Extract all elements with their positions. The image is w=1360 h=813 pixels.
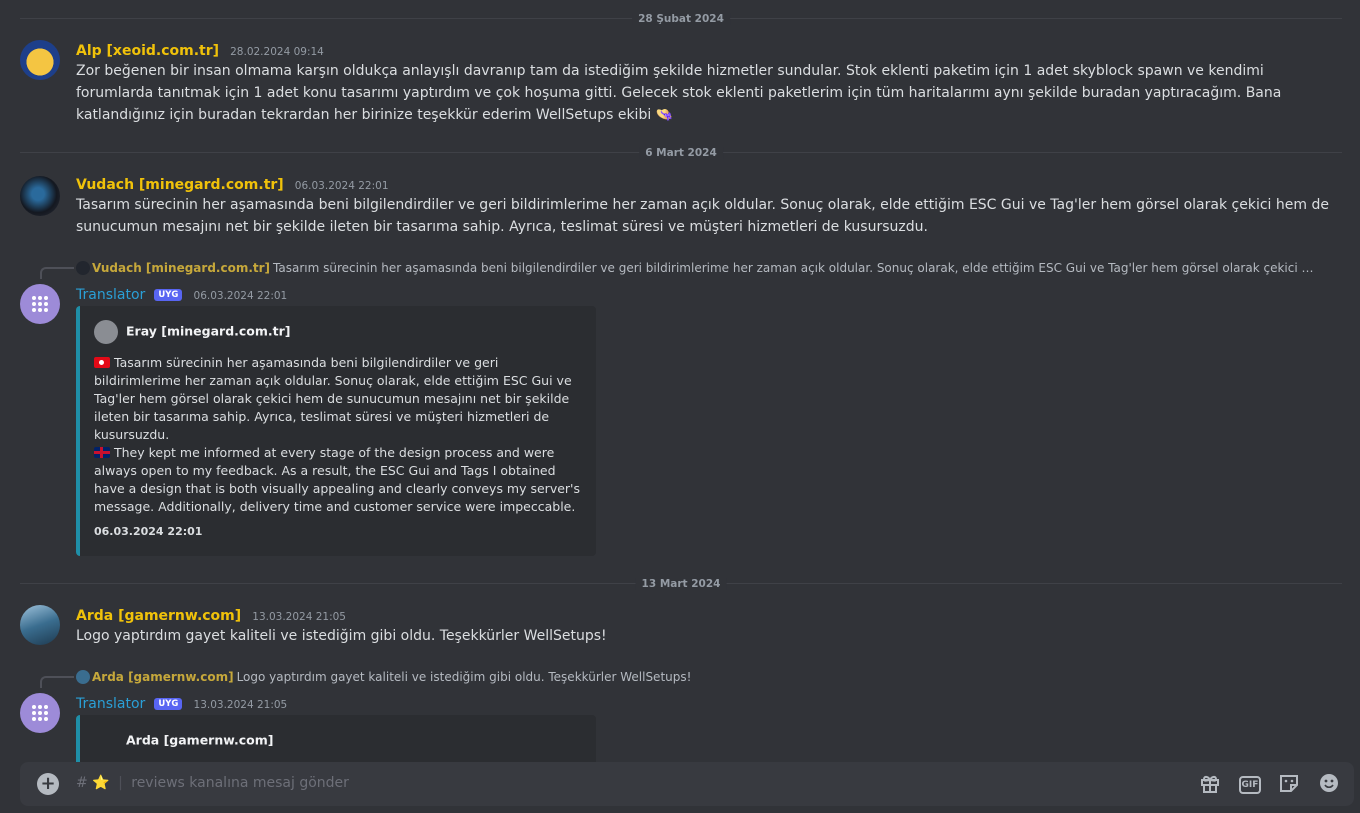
sticker-icon[interactable] bbox=[1277, 772, 1301, 796]
grid-icon bbox=[32, 296, 48, 312]
message-list: 28 Şubat 2024 Alp [xeoid.com.tr] 28.02.2… bbox=[0, 0, 1360, 762]
message-placeholder: reviews kanalına mesaj gönder bbox=[131, 775, 349, 791]
embed-en-text: They kept me informed at every stage of … bbox=[94, 445, 580, 514]
reply-text: Logo yaptırdım gayet kaliteli ve istediğ… bbox=[236, 670, 692, 684]
reply-spine bbox=[40, 267, 74, 279]
embed-author-avatar bbox=[94, 729, 118, 753]
bot-avatar[interactable] bbox=[20, 284, 60, 324]
uk-flag-icon bbox=[94, 447, 110, 458]
message-timestamp: 06.03.2024 22:01 bbox=[193, 290, 288, 302]
divider-bar: | bbox=[118, 775, 123, 791]
date-divider: 13 Mart 2024 bbox=[20, 578, 1342, 590]
gift-icon[interactable] bbox=[1198, 772, 1222, 796]
reply-spine bbox=[40, 676, 74, 688]
message-input[interactable]: # ⭐ | reviews kanalına mesaj gönder bbox=[76, 775, 349, 791]
app-badge: UYG bbox=[154, 289, 183, 301]
reply-author[interactable]: Arda [gamernw.com] bbox=[92, 670, 234, 684]
translation-embed: Eray [minegard.com.tr] Tasarım sürecinin… bbox=[76, 306, 596, 556]
message-author[interactable]: Vudach [minegard.com.tr] bbox=[76, 177, 284, 193]
reply-author[interactable]: Vudach [minegard.com.tr] bbox=[92, 261, 270, 275]
avatar[interactable] bbox=[20, 176, 60, 216]
embed-author-name: Eray [minegard.com.tr] bbox=[126, 323, 291, 339]
bot-name[interactable]: Translator bbox=[76, 287, 145, 303]
message-content: Zor beğenen bir insan olmama karşın oldu… bbox=[76, 63, 1282, 123]
message-timestamp: 13.03.2024 21:05 bbox=[193, 699, 288, 711]
avatar[interactable] bbox=[20, 40, 60, 80]
message-author[interactable]: Arda [gamernw.com] bbox=[76, 608, 241, 624]
message-timestamp: 28.02.2024 09:14 bbox=[230, 46, 324, 58]
embed-author: Arda [gamernw.com] bbox=[94, 729, 273, 753]
channel-hash-icon: # bbox=[76, 775, 88, 791]
date-divider-label: 13 Mart 2024 bbox=[635, 578, 727, 590]
message-timestamp: 06.03.2024 22:01 bbox=[294, 180, 389, 192]
emoji-icon[interactable] bbox=[1317, 772, 1341, 796]
bot-name[interactable]: Translator bbox=[76, 696, 145, 712]
message-composer[interactable]: + # ⭐ | reviews kanalına mesaj gönder GI… bbox=[20, 762, 1354, 806]
date-divider: 28 Şubat 2024 bbox=[20, 13, 1342, 25]
message-author[interactable]: Alp [xeoid.com.tr] bbox=[76, 43, 219, 59]
grid-icon bbox=[32, 705, 48, 721]
date-divider-label: 6 Mart 2024 bbox=[639, 147, 723, 159]
translation-embed: Arda [gamernw.com] bbox=[76, 715, 596, 762]
embed-author: Eray [minegard.com.tr] bbox=[94, 320, 291, 344]
app-badge: UYG bbox=[154, 698, 183, 710]
date-divider-label: 28 Şubat 2024 bbox=[632, 13, 730, 25]
embed-footer: 06.03.2024 22:01 bbox=[94, 525, 203, 538]
message-content: Logo yaptırdım gayet kaliteli ve istediğ… bbox=[76, 628, 607, 644]
message-content: Tasarım sürecinin her aşamasında beni bi… bbox=[76, 197, 1329, 235]
embed-body-en: They kept me informed at every stage of … bbox=[94, 444, 582, 516]
add-attachment-button[interactable]: + bbox=[37, 773, 59, 795]
reply-preview[interactable]: Arda [gamernw.com] Logo yaptırdım gayet k… bbox=[76, 670, 1320, 688]
reply-preview[interactable]: Vudach [minegard.com.tr] Tasarım sürecini… bbox=[76, 261, 1320, 279]
reply-avatar bbox=[76, 261, 90, 275]
embed-author-avatar bbox=[94, 320, 118, 344]
embed-body-tr: Tasarım sürecinin her aşamasında beni bi… bbox=[94, 354, 582, 444]
bot-avatar[interactable] bbox=[20, 693, 60, 733]
reply-text: Tasarım sürecinin her aşamasında beni bi… bbox=[273, 261, 1320, 275]
avatar[interactable] bbox=[20, 605, 60, 645]
date-divider: 6 Mart 2024 bbox=[20, 147, 1342, 159]
reply-avatar bbox=[76, 670, 90, 684]
embed-tr-text: Tasarım sürecinin her aşamasında beni bi… bbox=[94, 355, 572, 442]
embed-author-name: Arda [gamernw.com] bbox=[126, 732, 274, 748]
gif-button[interactable]: GIF bbox=[1239, 776, 1261, 794]
star-emoji-icon: ⭐ bbox=[92, 775, 110, 791]
turkey-flag-icon bbox=[94, 357, 110, 368]
message-timestamp: 13.03.2024 21:05 bbox=[252, 611, 346, 623]
